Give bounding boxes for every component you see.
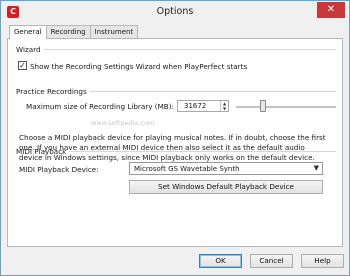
watermark-text: www.softpedia.com [91, 119, 155, 127]
window-title: Options [156, 6, 194, 17]
set-default-playback-button[interactable]: Set Windows Default Playback Device [129, 180, 323, 194]
tab-strip: General Recording Instrument [9, 25, 139, 39]
midi-device-value: Microsoft GS Wavetable Synth [134, 165, 240, 173]
wizard-group-title: Wizard [16, 45, 44, 54]
chevron-down-icon: ▼ [313, 164, 319, 172]
tab-instrument[interactable]: Instrument [89, 25, 139, 38]
library-size-slider-thumb[interactable] [260, 100, 267, 112]
cancel-button[interactable]: Cancel [250, 254, 293, 268]
midi-device-label: MIDI Playback Device: [19, 165, 99, 174]
practice-group-title: Practice Recordings [16, 87, 90, 96]
max-size-spinbox[interactable]: 31672 ▲ ▼ [177, 100, 229, 112]
max-size-value: 31672 [184, 102, 207, 110]
show-wizard-checkbox[interactable]: ✓ [18, 61, 27, 70]
ok-button[interactable]: OK [199, 254, 242, 268]
midi-description: Choose a MIDI playback device for playin… [19, 133, 326, 162]
options-window: C Options ✕ General Recording Instrument… [0, 0, 350, 276]
show-wizard-label: Show the Recording Settings Wizard when … [30, 62, 248, 71]
midi-device-select[interactable]: Microsoft GS Wavetable Synth ▼ [129, 162, 323, 175]
title-bar[interactable]: C Options ✕ [1, 1, 349, 23]
close-button[interactable]: ✕ [317, 2, 345, 18]
practice-group: Practice Recordings [16, 87, 336, 96]
library-size-slider-track[interactable] [236, 106, 336, 108]
tab-general[interactable]: General [9, 25, 47, 39]
max-size-label: Maximum size of Recording Library (MB): [26, 102, 174, 111]
wizard-group: Wizard [16, 45, 336, 54]
spin-arrows-icon[interactable]: ▲ ▼ [220, 101, 228, 111]
help-button[interactable]: Help [301, 254, 344, 268]
tab-recording[interactable]: Recording [45, 25, 91, 38]
